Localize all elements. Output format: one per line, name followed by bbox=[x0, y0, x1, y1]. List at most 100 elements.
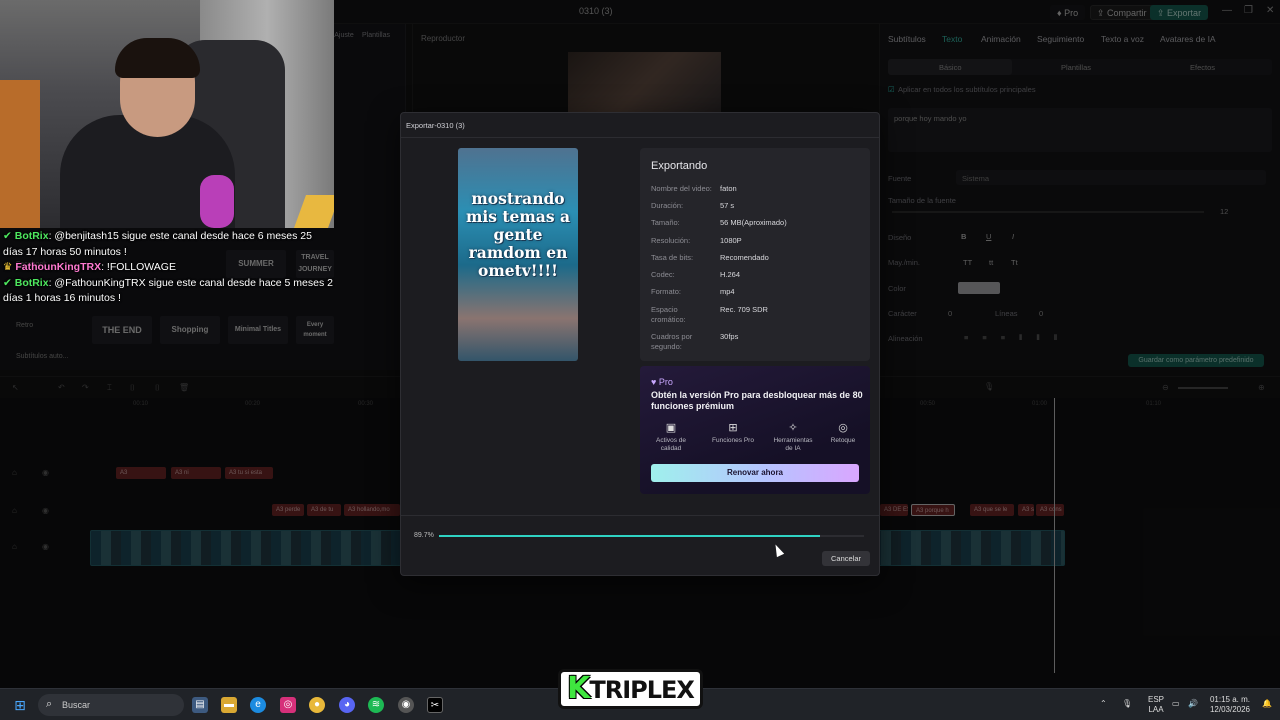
text-clip[interactable]: A3 bbox=[116, 467, 166, 479]
font-select[interactable]: Sistema bbox=[956, 170, 1266, 185]
field-value: mp4 bbox=[720, 287, 735, 296]
tab-avatares[interactable]: Avatares de IA bbox=[1160, 34, 1216, 44]
zoom-slider[interactable] bbox=[1178, 387, 1228, 389]
text-clip[interactable]: A3 que se le bbox=[970, 504, 1014, 516]
chat-message: ♛ FathounKingTRX: !FOLLOWAGE bbox=[0, 260, 334, 276]
chat-user: FathounKingTRX bbox=[15, 261, 102, 273]
export-button[interactable]: ⇪ Exportar bbox=[1150, 5, 1209, 20]
language-indicator[interactable]: ESP LAA bbox=[1143, 695, 1169, 715]
text-clip[interactable]: A3 tu si esta bbox=[225, 467, 273, 479]
text-clip[interactable]: A3 s bbox=[1018, 504, 1034, 516]
save-preset-button[interactable]: Guardar como parámetro predefinido bbox=[1128, 354, 1264, 367]
instagram-icon[interactable]: ◎ bbox=[280, 697, 296, 713]
tab-subtitulos[interactable]: Subtítulos bbox=[888, 34, 926, 44]
select-icon[interactable]: ↖ bbox=[12, 383, 19, 392]
track-lock-icon[interactable]: ⌂ bbox=[12, 468, 17, 477]
track-visibility-icon[interactable]: ◉ bbox=[42, 542, 49, 551]
text-clip[interactable]: A3 cons bbox=[1036, 504, 1064, 516]
notifications-icon[interactable]: 🔔 bbox=[1262, 699, 1272, 709]
text-clip[interactable]: A3 porque h bbox=[911, 504, 955, 516]
title-bar: 0310 (3) ♦ Pro ⇪ Compartir ⇪ Exportar — … bbox=[334, 0, 1280, 24]
split-icon[interactable]: ⌶ bbox=[107, 383, 112, 393]
search-placeholder: Buscar bbox=[62, 700, 91, 710]
zoom-out-icon[interactable]: ⊖ bbox=[1162, 383, 1169, 392]
track-lock-icon[interactable]: ⌂ bbox=[12, 506, 17, 515]
bold-icon[interactable]: B bbox=[961, 232, 966, 241]
text-clip[interactable]: A3 DE ESE V bbox=[880, 504, 908, 516]
text-clip[interactable]: A3 ni bbox=[171, 467, 221, 479]
volume-icon[interactable]: 🔊 bbox=[1188, 699, 1198, 709]
char-value[interactable]: 0 bbox=[948, 309, 952, 318]
tab-seguimiento[interactable]: Seguimiento bbox=[1037, 34, 1084, 44]
italic-icon[interactable]: I bbox=[1012, 232, 1014, 241]
lines-value[interactable]: 0 bbox=[1039, 309, 1043, 318]
clock[interactable]: 01:15 a. m. 12/03/2026 bbox=[1206, 695, 1254, 715]
webcam-overlay bbox=[0, 0, 334, 228]
zoom-fit-icon[interactable]: ⊕ bbox=[1258, 383, 1265, 392]
tab-animacion[interactable]: Animación bbox=[981, 34, 1021, 44]
field-label: Codec: bbox=[651, 270, 675, 279]
edge-icon[interactable]: e bbox=[250, 697, 266, 713]
delete-icon[interactable]: 🗑 bbox=[179, 383, 189, 392]
spotify-icon[interactable]: ≋ bbox=[368, 697, 384, 713]
text-clip[interactable]: A3 hollando,mo bbox=[344, 504, 400, 516]
search-icon: ⌕ bbox=[46, 698, 53, 710]
field-label: Duración: bbox=[651, 201, 684, 210]
maximize-icon[interactable]: ❐ bbox=[1244, 5, 1253, 16]
library-item[interactable]: Subtítulos auto... bbox=[16, 353, 69, 360]
tab-texto-a-voz[interactable]: Texto a voz bbox=[1101, 34, 1144, 44]
trim-right-icon[interactable]: ⌷ bbox=[155, 383, 160, 393]
track-lock-icon[interactable]: ⌂ bbox=[12, 542, 17, 551]
lowercase-icon[interactable]: tt bbox=[989, 258, 993, 267]
subtab-basico[interactable]: Básico bbox=[939, 63, 962, 72]
text-input[interactable]: porque hoy mando yo bbox=[888, 108, 1272, 152]
field-label: Espacio cromático: bbox=[651, 305, 686, 324]
windows-start-icon[interactable]: ⊞ bbox=[12, 697, 28, 713]
renew-button[interactable]: Renovar ahora bbox=[651, 464, 859, 482]
chrome-icon[interactable]: ● bbox=[309, 697, 325, 713]
streamer-hair bbox=[115, 38, 200, 78]
tray-overflow-icon[interactable]: ⌃ bbox=[1100, 699, 1107, 709]
field-label: Tasa de bits: bbox=[651, 253, 694, 262]
obs-icon[interactable]: ◉ bbox=[398, 697, 414, 713]
font-size-value[interactable]: 12 bbox=[1220, 207, 1228, 216]
color-swatch[interactable] bbox=[958, 282, 1000, 294]
underline-icon[interactable]: U bbox=[986, 232, 991, 241]
crown-badge-icon: ♛ bbox=[3, 261, 13, 273]
text-clip[interactable]: A3 de tu bbox=[307, 504, 341, 516]
file-explorer-icon[interactable]: ▬ bbox=[221, 697, 237, 713]
field-label: Formato: bbox=[651, 287, 682, 296]
subtab-plantillas[interactable]: Plantillas bbox=[1061, 63, 1091, 72]
align-icons[interactable]: ≡≡≡⦀⦀⦀ bbox=[964, 333, 1071, 343]
tab-texto[interactable]: Texto bbox=[942, 34, 962, 44]
playhead[interactable] bbox=[1054, 398, 1055, 673]
close-icon[interactable]: ✕ bbox=[1266, 5, 1274, 16]
subtab-efectos[interactable]: Efectos bbox=[1190, 63, 1215, 72]
capcut-icon[interactable]: ✂ bbox=[427, 697, 443, 713]
task-view-icon[interactable]: ▤ bbox=[192, 697, 208, 713]
taskbar-search[interactable]: ⌕ Buscar bbox=[38, 694, 184, 716]
pro-button[interactable]: ♦ Pro bbox=[1050, 5, 1086, 20]
track-visibility-icon[interactable]: ◉ bbox=[42, 506, 49, 515]
track-visibility-icon[interactable]: ◉ bbox=[42, 468, 49, 477]
triplex-logo: KTRIPLEX bbox=[558, 669, 703, 709]
uppercase-icon[interactable]: TT bbox=[963, 258, 972, 267]
field-value: Recomendado bbox=[720, 253, 769, 262]
network-icon[interactable]: ▭ bbox=[1172, 699, 1180, 709]
discord-icon[interactable]: ◕ bbox=[339, 697, 355, 713]
font-size-slider[interactable] bbox=[892, 211, 1204, 213]
tab-plantillas[interactable]: Plantillas bbox=[360, 32, 392, 39]
titlecase-icon[interactable]: Tt bbox=[1011, 258, 1018, 267]
cancel-button[interactable]: Cancelar bbox=[822, 551, 870, 566]
microphone-icon[interactable]: 🎙 bbox=[984, 382, 994, 391]
undo-icon[interactable]: ↶ bbox=[58, 383, 65, 392]
share-button[interactable]: ⇪ Compartir bbox=[1090, 5, 1154, 20]
apply-all-checkbox[interactable]: ☑ bbox=[888, 85, 895, 94]
redo-icon[interactable]: ↷ bbox=[82, 383, 89, 392]
mic-tray-icon[interactable]: 🎙 bbox=[1122, 699, 1132, 709]
trim-left-icon[interactable]: ⌷ bbox=[130, 383, 135, 393]
retouch-icon: ◎ bbox=[838, 422, 848, 434]
text-clip[interactable]: A3 perde bbox=[272, 504, 304, 516]
field-value: 30fps bbox=[720, 332, 739, 341]
minimize-icon[interactable]: — bbox=[1222, 5, 1232, 16]
